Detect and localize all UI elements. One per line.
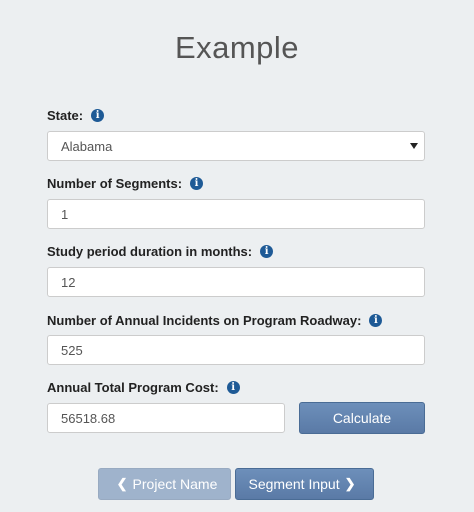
study-period-input-value: 12 <box>61 274 76 290</box>
info-icon[interactable]: i <box>260 245 274 258</box>
next-button-label: Segment Input <box>248 476 340 492</box>
cost-label-text: Annual Total Program Cost: <box>47 380 219 395</box>
info-icon[interactable]: i <box>190 177 204 190</box>
state-label-text: State: <box>47 108 84 123</box>
calculate-button-label: Calculate <box>332 410 392 426</box>
next-button[interactable]: Segment Input ❯ <box>235 468 374 500</box>
caret-down-icon <box>410 143 418 149</box>
calculate-button[interactable]: Calculate <box>299 402 425 434</box>
info-icon[interactable]: i <box>226 381 240 394</box>
chevron-left-icon: ❮ <box>116 476 128 491</box>
segments-input-value: 1 <box>61 206 69 222</box>
state-select[interactable]: Alabama <box>47 131 425 161</box>
cost-label: Annual Total Program Cost: i <box>47 380 240 395</box>
info-icon[interactable]: i <box>369 314 383 327</box>
segments-input[interactable]: 1 <box>47 199 425 229</box>
incidents-label: Number of Annual Incidents on Program Ro… <box>47 313 383 328</box>
segments-label: Number of Segments: i <box>47 176 204 191</box>
page-title: Example <box>174 30 300 65</box>
study-period-label: Study period duration in months: i <box>47 244 274 259</box>
incidents-input[interactable]: 525 <box>47 335 425 365</box>
info-icon[interactable]: i <box>91 109 105 122</box>
cost-input-value: 56518.68 <box>61 410 116 426</box>
state-label: State: i <box>47 108 105 123</box>
chevron-right-icon: ❯ <box>344 476 356 491</box>
study-period-input[interactable]: 12 <box>47 267 425 297</box>
incidents-label-text: Number of Annual Incidents on Program Ro… <box>47 313 362 328</box>
back-button[interactable]: ❮ Project Name <box>98 468 231 500</box>
segments-label-text: Number of Segments: <box>47 176 183 191</box>
study-period-label-text: Study period duration in months: <box>47 244 253 259</box>
back-button-label: Project Name <box>132 476 218 492</box>
cost-input[interactable]: 56518.68 <box>47 403 285 433</box>
state-select-value: Alabama <box>61 138 113 154</box>
incidents-input-value: 525 <box>61 342 83 358</box>
